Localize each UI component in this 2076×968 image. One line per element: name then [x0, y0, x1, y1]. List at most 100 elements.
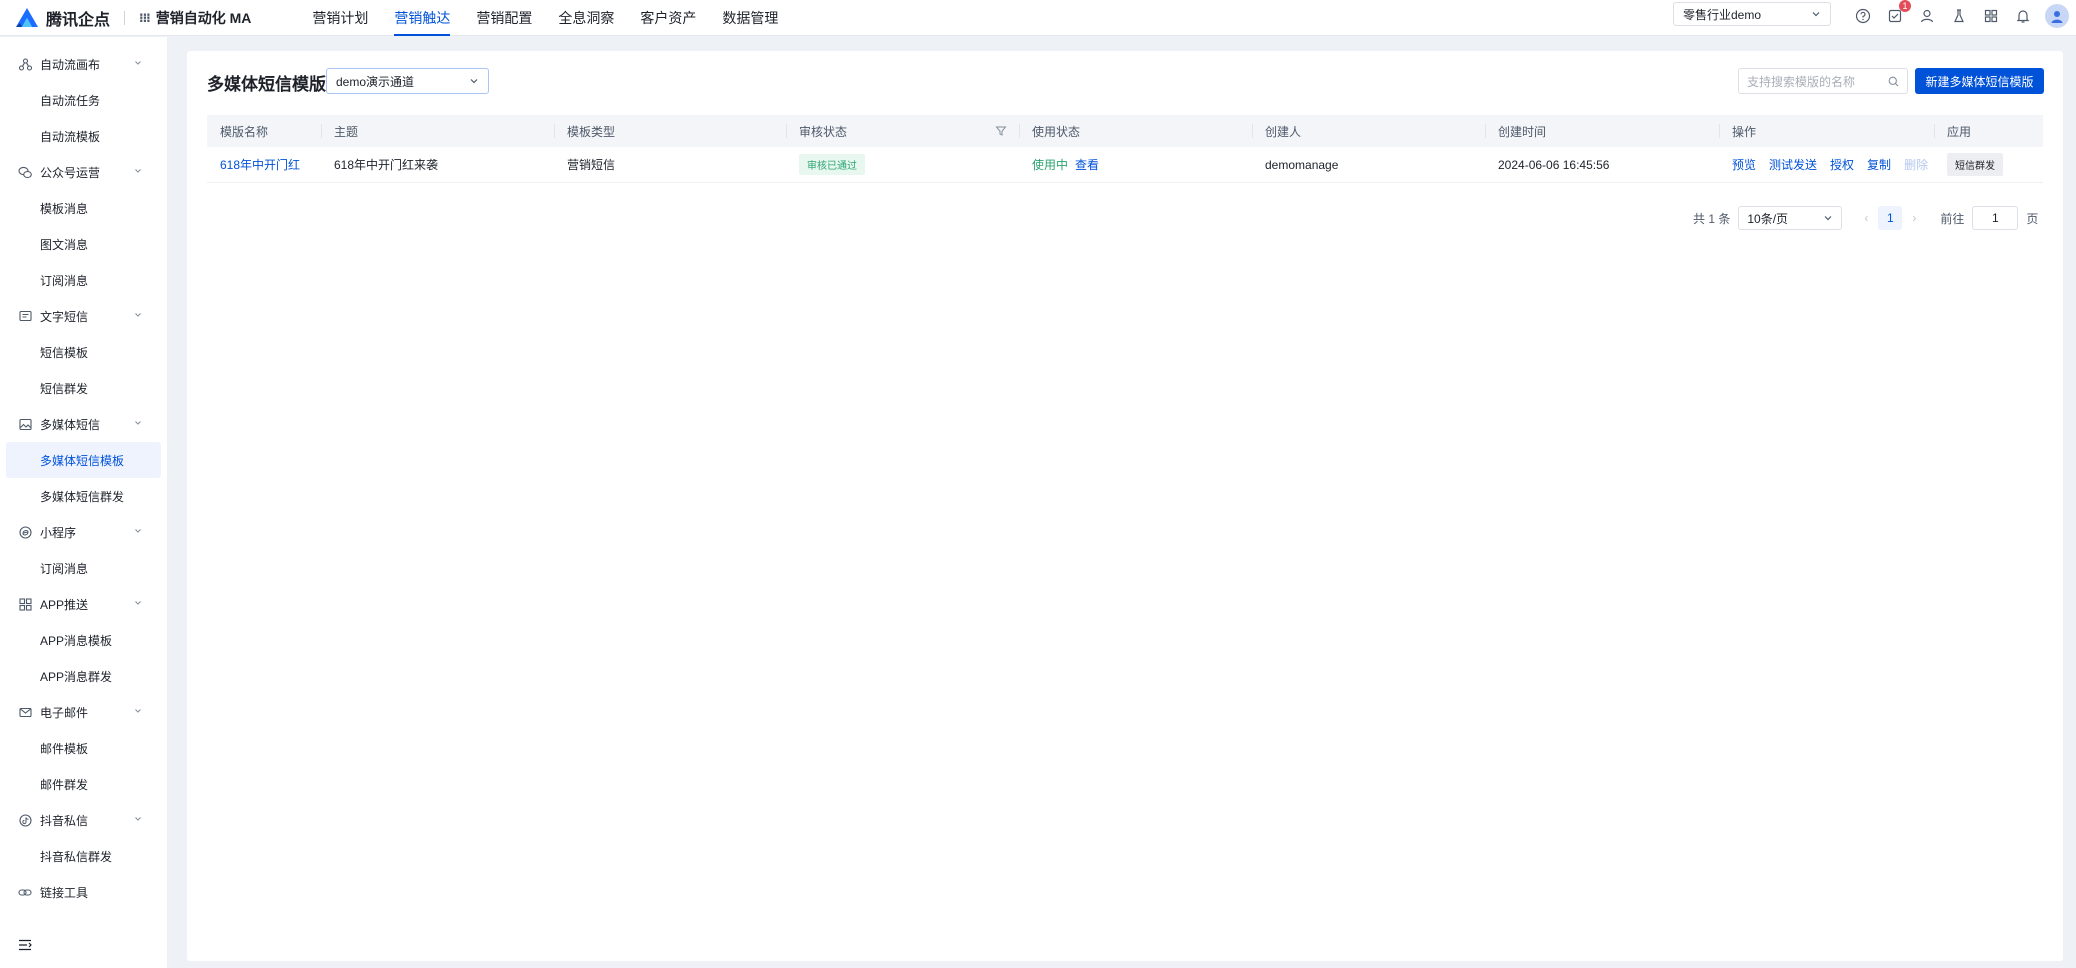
- search-icon: [1888, 76, 1899, 86]
- sidebar-group-label: 多媒体短信: [40, 417, 101, 432]
- sms-broadcast-button[interactable]: 短信群发: [1947, 153, 2003, 176]
- sidebar-group-miniprogram[interactable]: 小程序: [0, 514, 167, 550]
- sidebar-group-label: 抖音私信: [40, 813, 89, 828]
- nav-holographic-insight[interactable]: 全息洞察: [545, 0, 627, 36]
- chevron-down-icon: [1812, 12, 1820, 17]
- sidebar-group-official-account[interactable]: 公众号运营: [0, 154, 167, 190]
- sidebar-group-app-push[interactable]: APP推送: [0, 586, 167, 622]
- template-name-link[interactable]: 618年中开门红: [220, 156, 300, 173]
- sidebar-group-label: 文字短信: [40, 309, 89, 324]
- delete-link-disabled: 删除: [1904, 158, 1929, 172]
- search-placeholder: 支持搜索模版的名称: [1747, 74, 1856, 89]
- nav-customer-assets[interactable]: 客户资产: [627, 0, 709, 36]
- wechat-icon: [18, 165, 32, 179]
- pagination: 共 1 条 10条/页 ‹ 1 › 前往 1 页: [1693, 206, 2038, 230]
- top-icon-bar: 1: [1853, 0, 2069, 28]
- sidebar-group-label: 自动流画布: [40, 57, 101, 72]
- col-header-use-status: 使用状态: [1019, 115, 1252, 147]
- col-header-review-status-label: 审核状态: [799, 124, 848, 139]
- link-icon: [18, 885, 32, 899]
- flow-icon: [18, 57, 32, 71]
- tenant-value: 零售行业demo: [1683, 7, 1762, 22]
- sidebar-group-label: APP推送: [40, 597, 89, 612]
- sidebar-group-email[interactable]: 电子邮件: [0, 694, 167, 730]
- view-link[interactable]: 查看: [1075, 156, 1099, 173]
- sidebar-item-template-message[interactable]: 模板消息: [0, 190, 167, 226]
- app-grid-icon: ⁝⁝⁝: [139, 10, 151, 25]
- use-status-text: 使用中: [1032, 158, 1069, 172]
- sidebar-item-sms-broadcast[interactable]: 短信群发: [0, 370, 167, 406]
- chevron-down-icon: [135, 313, 141, 317]
- page-title: 多媒体短信模版: [207, 75, 326, 94]
- apps-grid-icon[interactable]: [1981, 6, 2001, 26]
- col-header-application: 应用: [1934, 115, 2043, 147]
- main-card: 多媒体短信模版 demo演示通道 支持搜索模版的名称 新建多媒体短信模版 模版名…: [187, 51, 2063, 961]
- message-icon: [18, 309, 32, 323]
- top-bar: 腾讯企点 ⁝⁝⁝ 营销自动化 MA 营销计划 营销触达 营销配置 全息洞察 客户…: [0, 0, 2076, 36]
- total-count: 共 1 条: [1693, 211, 1731, 226]
- user-avatar[interactable]: [2045, 4, 2069, 28]
- authorize-link[interactable]: 授权: [1830, 156, 1854, 173]
- miniprogram-icon: [18, 525, 32, 539]
- image-message-icon: [18, 417, 32, 431]
- sidebar-item-app-template[interactable]: APP消息模板: [0, 622, 167, 658]
- sidebar-item-app-broadcast[interactable]: APP消息群发: [0, 658, 167, 694]
- sidebar-item-mms-broadcast[interactable]: 多媒体短信群发: [0, 478, 167, 514]
- user-management-icon[interactable]: [1917, 6, 1937, 26]
- created-at: 2024-06-06 16:45:56: [1498, 157, 1610, 172]
- preview-link[interactable]: 预览: [1732, 156, 1756, 173]
- prev-page-icon[interactable]: ‹: [1864, 211, 1868, 225]
- lab-flask-icon[interactable]: [1949, 6, 1969, 26]
- copy-link[interactable]: 复制: [1867, 156, 1891, 173]
- sidebar-item-article-message[interactable]: 图文消息: [0, 226, 167, 262]
- sidebar-group-mms[interactable]: 多媒体短信: [0, 406, 167, 442]
- chevron-down-icon: [135, 529, 141, 533]
- channel-select[interactable]: demo演示通道: [326, 68, 489, 94]
- sidebar-group-link-tool[interactable]: 链接工具: [0, 874, 167, 910]
- filter-icon[interactable]: [995, 125, 1007, 137]
- template-search-input[interactable]: 支持搜索模版的名称: [1738, 68, 1908, 94]
- sidebar-item-email-broadcast[interactable]: 邮件群发: [0, 766, 167, 802]
- nav-marketing-config[interactable]: 营销配置: [463, 0, 545, 36]
- mail-icon: [18, 705, 32, 719]
- tenant-select[interactable]: 零售行业demo: [1673, 2, 1831, 26]
- table-row: 618年中开门红 618年中开门红来袭 营销短信 审核已通过 使用中 查看 de…: [207, 147, 2043, 183]
- sidebar-item-automation-template[interactable]: 自动流模板: [0, 118, 167, 154]
- chevron-down-icon: [135, 169, 141, 173]
- nav-marketing-plan[interactable]: 营销计划: [299, 0, 381, 36]
- help-icon[interactable]: [1853, 6, 1873, 26]
- bell-icon[interactable]: [2013, 6, 2033, 26]
- channel-value: demo演示通道: [336, 74, 415, 89]
- task-icon[interactable]: 1: [1885, 0, 1911, 26]
- row-operations: 预览 测试发送 授权 复制 删除: [1732, 156, 1928, 173]
- sidebar-group-automation-flow[interactable]: 自动流画布: [0, 46, 167, 82]
- col-header-subject: 主题: [321, 115, 554, 147]
- sidebar-item-miniprogram-subscription[interactable]: 订阅消息: [0, 550, 167, 586]
- sidebar-item-automation-task[interactable]: 自动流任务: [0, 82, 167, 118]
- col-header-name: 模版名称: [220, 124, 269, 139]
- goto-page-input[interactable]: 1: [1972, 206, 2019, 230]
- nav-data-management[interactable]: 数据管理: [709, 0, 791, 36]
- brand-logo[interactable]: 腾讯企点: [14, 6, 110, 30]
- sidebar-item-subscription-message[interactable]: 订阅消息: [0, 262, 167, 298]
- next-page-icon[interactable]: ›: [1912, 211, 1916, 225]
- sidebar-group-text-sms[interactable]: 文字短信: [0, 298, 167, 334]
- nav-marketing-reach[interactable]: 营销触达: [381, 0, 463, 36]
- sidebar-collapse-icon[interactable]: [18, 939, 32, 954]
- sidebar-group-label: 链接工具: [40, 885, 89, 900]
- template-table: 模版名称 主题 模板类型 审核状态 使用状态 创建人 创建时间 操作 应用 61…: [207, 115, 2043, 183]
- test-send-link[interactable]: 测试发送: [1769, 156, 1817, 173]
- sidebar-group-douyin[interactable]: 抖音私信: [0, 802, 167, 838]
- page-size-select[interactable]: 10条/页: [1738, 206, 1843, 230]
- sidebar-item-email-template[interactable]: 邮件模板: [0, 730, 167, 766]
- col-header-review-status: 审核状态: [786, 115, 1019, 147]
- sidebar-item-douyin-broadcast[interactable]: 抖音私信群发: [0, 838, 167, 874]
- sidebar-item-sms-template[interactable]: 短信模板: [0, 334, 167, 370]
- page-number-current[interactable]: 1: [1878, 206, 1903, 230]
- divider: [124, 10, 126, 25]
- product-switcher[interactable]: ⁝⁝⁝ 营销自动化 MA: [139, 8, 251, 28]
- sidebar-item-mms-template[interactable]: 多媒体短信模板: [6, 442, 161, 478]
- chevron-down-icon: [470, 79, 478, 84]
- new-mms-template-button[interactable]: 新建多媒体短信模版: [1915, 68, 2044, 94]
- col-header-created-at: 创建时间: [1485, 115, 1719, 147]
